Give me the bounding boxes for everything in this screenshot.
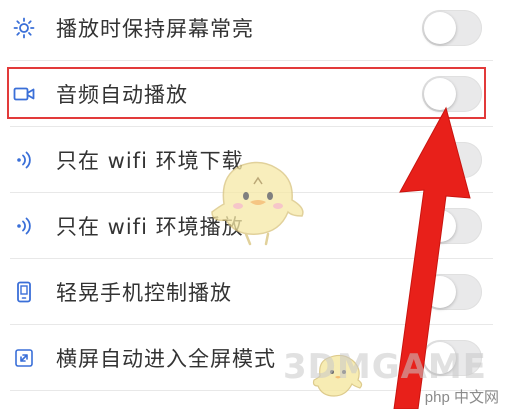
brand-watermark: 3DMGAME (283, 347, 487, 387)
site-watermark: php 中文网 (424, 389, 499, 406)
